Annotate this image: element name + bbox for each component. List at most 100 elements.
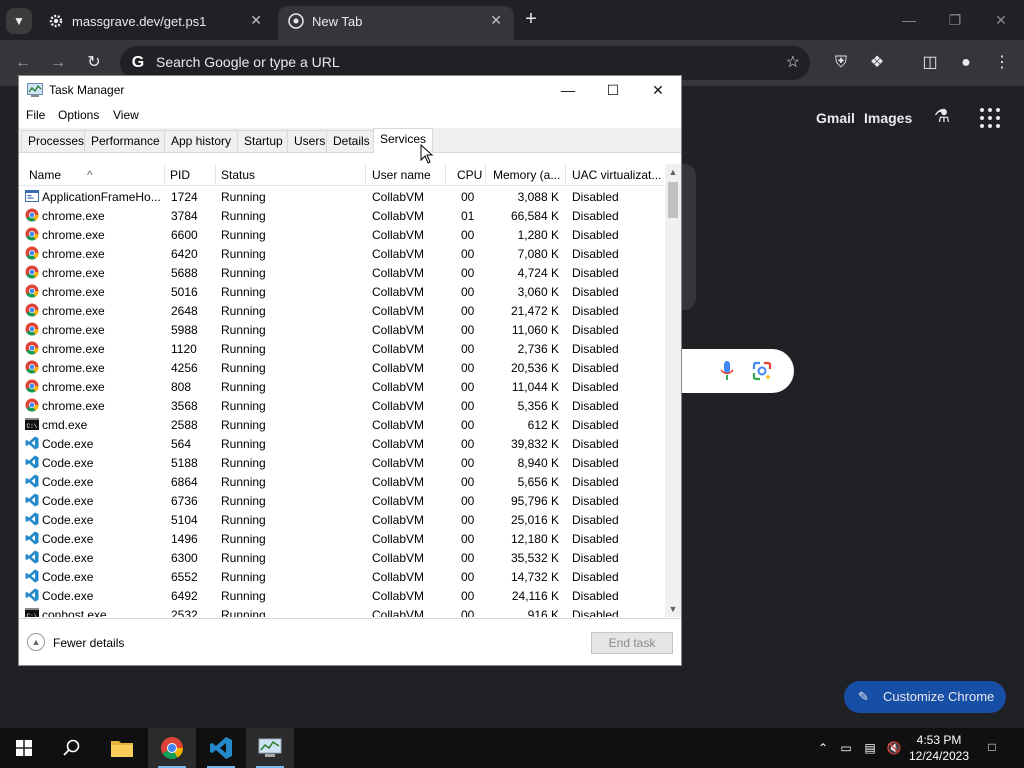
reload-button[interactable]: ↻: [81, 50, 107, 76]
table-row[interactable]: Code.exe 6492 Running CollabVM 00 24,116 K Dis…: [19, 586, 664, 605]
table-row[interactable]: chrome.exe 1120 Running CollabVM 00 2,736 K Di…: [19, 339, 664, 358]
column-divider[interactable]: [164, 164, 165, 186]
table-row[interactable]: Code.exe 6300 Running CollabVM 00 35,532 K Dis…: [19, 548, 664, 567]
scroll-up-icon[interactable]: ▲: [665, 164, 681, 180]
cell-uac: Disabled: [572, 209, 619, 223]
notifications-icon[interactable]: □: [983, 739, 1001, 757]
side-panel-icon[interactable]: ◫: [919, 52, 941, 74]
table-row[interactable]: chrome.exe 5988 Running CollabVM 00 11,060 K D…: [19, 320, 664, 339]
col-cpu[interactable]: CPU: [457, 168, 487, 182]
table-row[interactable]: chrome.exe 3568 Running CollabVM 00 5,356 K Di…: [19, 396, 664, 415]
chevron-up-icon[interactable]: ▲: [27, 633, 45, 651]
table-row[interactable]: Code.exe 1496 Running CollabVM 00 12,180 K Dis…: [19, 529, 664, 548]
tab-details[interactable]: Details: [326, 130, 377, 152]
labs-flask-icon[interactable]: ⚗: [930, 106, 954, 130]
column-divider[interactable]: [485, 164, 486, 186]
table-row[interactable]: C:\ cmd.exe 2588 Running CollabVM 00 612 K Disa…: [19, 415, 664, 434]
voice-search-icon[interactable]: [720, 361, 734, 381]
search-button[interactable]: [48, 728, 96, 768]
column-divider[interactable]: [565, 164, 566, 186]
extensions-puzzle-icon[interactable]: ❖: [866, 52, 888, 74]
col-user[interactable]: User name: [372, 168, 447, 182]
tab-search-dropdown[interactable]: ▼: [6, 8, 32, 34]
gmail-link[interactable]: Gmail: [816, 110, 855, 126]
scroll-down-icon[interactable]: ▼: [665, 601, 681, 617]
col-status[interactable]: Status: [221, 168, 361, 182]
tab-app-history[interactable]: App history: [164, 130, 239, 152]
close-button[interactable]: ✕: [636, 78, 680, 102]
folder-icon: [111, 741, 133, 757]
chrome-taskbar-button[interactable]: [148, 728, 196, 768]
vscode-taskbar-button[interactable]: [197, 728, 245, 768]
table-row[interactable]: chrome.exe 5688 Running CollabVM 00 4,724 K Di…: [19, 263, 664, 282]
forward-button[interactable]: →: [45, 50, 71, 76]
close-window-button[interactable]: ✕: [989, 8, 1013, 32]
bookmark-star-icon[interactable]: ☆: [786, 52, 800, 72]
task-manager-taskbar-button[interactable]: [246, 728, 294, 768]
ublock-shield-icon[interactable]: ⛨: [830, 52, 852, 74]
cell-status: Running: [221, 266, 266, 280]
table-row[interactable]: Code.exe 5104 Running CollabVM 00 25,016 K Dis…: [19, 510, 664, 529]
fewer-details-link[interactable]: Fewer details: [53, 636, 124, 650]
col-name[interactable]: Name: [29, 168, 159, 182]
column-divider[interactable]: [365, 164, 366, 186]
restore-button[interactable]: ❐: [943, 8, 967, 32]
tablet-icon[interactable]: ▭: [838, 740, 854, 756]
menu-file[interactable]: File: [26, 108, 45, 122]
new-tab-button[interactable]: +: [520, 8, 542, 30]
col-uac[interactable]: UAC virtualizat...: [572, 168, 664, 182]
menu-view[interactable]: View: [113, 108, 139, 122]
column-divider[interactable]: [445, 164, 446, 186]
back-button[interactable]: ←: [10, 50, 36, 76]
google-lens-icon[interactable]: [752, 361, 772, 381]
menu-options[interactable]: Options: [58, 108, 99, 122]
table-row[interactable]: chrome.exe 6600 Running CollabVM 00 1,280 K Di…: [19, 225, 664, 244]
taskbar-clock[interactable]: 4:53 PM 12/24/2023: [908, 732, 970, 764]
table-row[interactable]: chrome.exe 3784 Running CollabVM 01 66,584 K D…: [19, 206, 664, 225]
close-icon[interactable]: ✕: [250, 12, 262, 29]
tab-massgrave[interactable]: massgrave.dev/get.ps1 ✕: [38, 6, 274, 40]
close-icon[interactable]: ✕: [490, 12, 502, 29]
column-divider[interactable]: [215, 164, 216, 186]
maximize-button[interactable]: ☐: [591, 78, 635, 102]
file-explorer-button[interactable]: [98, 728, 146, 768]
images-link[interactable]: Images: [864, 110, 912, 126]
table-row[interactable]: Code.exe 6552 Running CollabVM 00 14,732 K Dis…: [19, 567, 664, 586]
tab-new-tab[interactable]: New Tab ✕: [278, 6, 514, 40]
table-row[interactable]: C:\ conhost.exe 2532 Running CollabVM 00 916 K…: [19, 605, 664, 617]
tab-performance[interactable]: Performance: [84, 130, 167, 152]
volume-muted-icon[interactable]: 🔇: [886, 740, 902, 756]
tab-startup[interactable]: Startup: [237, 130, 290, 152]
customize-chrome-button[interactable]: ✎ Customize Chrome: [844, 681, 1006, 713]
col-memory[interactable]: Memory (a...: [493, 168, 565, 182]
table-row[interactable]: Code.exe 5188 Running CollabVM 00 8,940 K Disa…: [19, 453, 664, 472]
process-list[interactable]: ApplicationFrameHo... 1724 Running CollabVM…: [19, 187, 664, 617]
table-row[interactable]: ApplicationFrameHo... 1724 Running CollabVM…: [19, 187, 664, 206]
minimize-button[interactable]: —: [546, 78, 590, 102]
table-row[interactable]: Code.exe 6736 Running CollabVM 00 95,796 K Dis…: [19, 491, 664, 510]
chrome-menu-icon[interactable]: ⋮: [991, 52, 1013, 74]
table-row[interactable]: chrome.exe 2648 Running CollabVM 00 21,472 K D…: [19, 301, 664, 320]
table-row[interactable]: chrome.exe 6420 Running CollabVM 00 7,080 K Di…: [19, 244, 664, 263]
start-button[interactable]: [0, 728, 48, 768]
task-manager-titlebar[interactable]: Task Manager — ☐ ✕: [19, 76, 681, 104]
table-row[interactable]: Code.exe 6864 Running CollabVM 00 5,656 K Disa…: [19, 472, 664, 491]
ntp-search-box[interactable]: [682, 349, 794, 393]
end-task-button[interactable]: End task: [591, 632, 673, 654]
vertical-scrollbar[interactable]: ▲ ▼: [665, 164, 681, 617]
cell-status: Running: [221, 190, 266, 204]
google-apps-icon[interactable]: [978, 106, 1002, 130]
cell-mem: 2,736 K: [517, 342, 559, 356]
table-row[interactable]: chrome.exe 5016 Running CollabVM 00 3,060 K Di…: [19, 282, 664, 301]
minimize-button[interactable]: —: [897, 8, 921, 32]
table-row[interactable]: Code.exe 564 Running CollabVM 00 39,832 K Disa…: [19, 434, 664, 453]
profile-avatar-icon[interactable]: ●: [955, 52, 977, 74]
table-row[interactable]: chrome.exe 4256 Running CollabVM 00 20,536 K D…: [19, 358, 664, 377]
tab-processes[interactable]: Processes: [21, 130, 92, 152]
cell-cpu: 00: [461, 190, 475, 204]
scrollbar-thumb[interactable]: [668, 182, 678, 218]
table-row[interactable]: chrome.exe 808 Running CollabVM 00 11,044 K Di…: [19, 377, 664, 396]
chevron-up-icon[interactable]: ⌃: [815, 740, 831, 756]
network-icon[interactable]: ▤: [862, 740, 878, 756]
col-pid[interactable]: PID: [170, 168, 210, 182]
